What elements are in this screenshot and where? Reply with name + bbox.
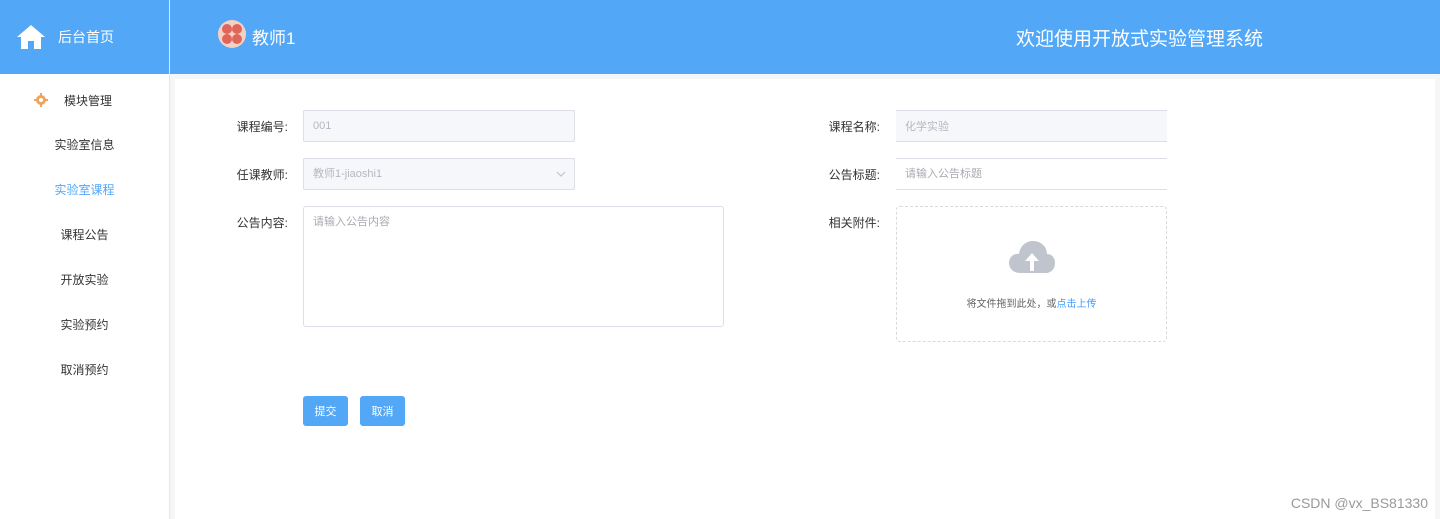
sidebar-item-open-experiment[interactable]: 开放实验 <box>0 257 169 302</box>
cancel-button[interactable]: 取消 <box>360 396 405 426</box>
sidebar-item-lab-course[interactable]: 实验室课程 <box>0 167 169 212</box>
notice-title-label: 公告标题: <box>828 168 880 182</box>
course-name-label: 课程名称: <box>828 120 880 134</box>
attachment-label: 相关附件: <box>828 216 880 230</box>
teacher-select[interactable]: 教师1-jiaoshi1 <box>303 158 575 190</box>
sidebar-item-lab-info[interactable]: 实验室信息 <box>0 122 169 167</box>
welcome-title: 欢迎使用开放式实验管理系统 <box>1016 29 1264 50</box>
course-no-input[interactable] <box>303 110 575 142</box>
form-panel: 课程编号: 课程名称: 任课教师: 教师1-jiaoshi1 公告标题: 公告内… <box>175 79 1435 519</box>
sidebar: 后台首页 模块管理 实验室信息 实验室课程 课程公告 开放实验 实验预约 取消预… <box>0 0 170 519</box>
avatar-icon <box>218 20 246 48</box>
sidebar-menu: 模块管理 实验室信息 实验室课程 课程公告 开放实验 实验预约 取消预约 <box>0 74 169 392</box>
sidebar-group-label: 模块管理 <box>64 93 113 108</box>
home-icon <box>17 25 45 49</box>
notice-content-textarea[interactable] <box>303 206 724 327</box>
upload-click-link[interactable]: 点击上传 <box>1057 299 1097 310</box>
course-name-input[interactable] <box>896 110 1167 142</box>
upload-hint: 将文件拖到此处，或点击上传 <box>897 295 1166 310</box>
gear-icon <box>34 93 48 107</box>
upload-hint-text: 将文件拖到此处，或 <box>966 299 1057 310</box>
chevron-down-icon <box>556 171 566 177</box>
brand-label: 后台首页 <box>58 29 114 45</box>
upload-dropzone[interactable]: 将文件拖到此处，或点击上传 <box>896 206 1167 342</box>
sidebar-item-cancel-reservation[interactable]: 取消预约 <box>0 347 169 392</box>
cloud-upload-icon <box>1009 241 1055 273</box>
sidebar-item-course-notice[interactable]: 课程公告 <box>0 212 169 257</box>
teacher-select-value: 教师1-jiaoshi1 <box>313 168 383 180</box>
course-no-label: 课程编号: <box>236 120 288 134</box>
avatar[interactable] <box>218 20 246 48</box>
sidebar-item-reservation[interactable]: 实验预约 <box>0 302 169 347</box>
watermark: CSDN @vx_BS81330 <box>1290 495 1428 511</box>
top-bar: 教师1 欢迎使用开放式实验管理系统 <box>170 0 1440 74</box>
submit-button[interactable]: 提交 <box>303 396 348 426</box>
teacher-label: 任课教师: <box>236 168 288 182</box>
sidebar-brand[interactable]: 后台首页 <box>0 0 169 74</box>
notice-title-input[interactable] <box>896 158 1167 190</box>
notice-content-label: 公告内容: <box>236 216 288 230</box>
sidebar-group-module[interactable]: 模块管理 <box>0 78 169 122</box>
username[interactable]: 教师1 <box>252 24 295 49</box>
